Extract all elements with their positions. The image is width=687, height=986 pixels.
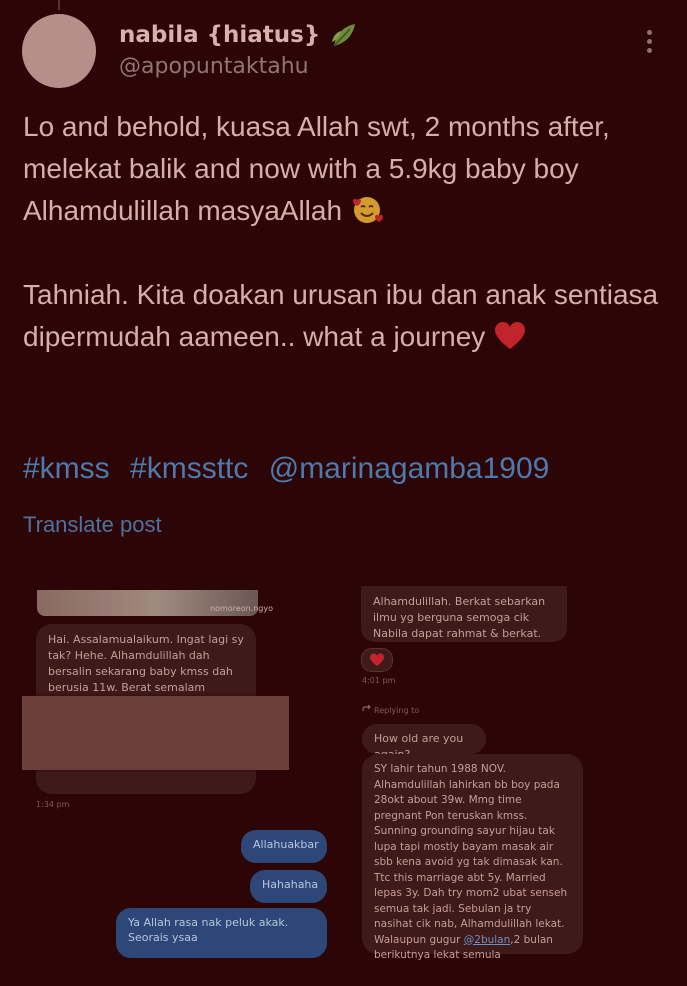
post-text: Lo and behold, kuasa Allah swt, 2 months… xyxy=(23,106,673,358)
mention-link[interactable]: @2bulan xyxy=(464,934,511,946)
heart-reaction xyxy=(361,648,393,672)
leaf-icon xyxy=(332,24,356,47)
post-paragraph-2: Tahniah. Kita doakan urusan ibu dan anak… xyxy=(23,279,659,352)
reply-arrow-icon xyxy=(362,705,371,711)
sent-message: Hahahaha xyxy=(250,870,327,903)
author-name-row: nabila {hiatus} xyxy=(119,20,358,50)
translate-post-link[interactable]: Translate post xyxy=(23,512,162,538)
smiling-face-with-hearts-icon xyxy=(352,197,383,223)
hashtag-link[interactable]: #kmssttc xyxy=(130,452,248,485)
more-options-icon[interactable] xyxy=(643,30,655,56)
message-timestamp: 1:34 pm xyxy=(36,800,70,809)
avatar[interactable] xyxy=(22,14,96,88)
mention-link[interactable]: @marinagamba1909 xyxy=(269,452,550,485)
display-name[interactable]: nabila {hiatus} xyxy=(119,22,320,48)
thread-line xyxy=(58,0,60,10)
redaction-block xyxy=(22,696,289,770)
received-message: Alhamdulillah. Berkat sebarkan ilmu yg b… xyxy=(361,586,567,642)
post-tags: #kmss #kmssttc @marinagamba1909 xyxy=(23,452,561,486)
red-heart-icon xyxy=(495,322,526,349)
hashtag-link[interactable]: #kmss xyxy=(23,452,110,485)
sent-message: Allahuakbar xyxy=(241,830,327,863)
post-paragraph-1: Lo and behold, kuasa Allah swt, 2 months… xyxy=(23,111,610,226)
photo-caption: nomoreon.ngyo xyxy=(210,604,273,613)
message-timestamp: 4:01 pm xyxy=(362,676,396,685)
red-heart-icon xyxy=(370,653,384,667)
message-text: SY lahir tahun 1988 NOV. Alhamdulillah l… xyxy=(374,763,568,946)
quoted-message: How old are you again? xyxy=(362,724,486,761)
received-message: SY lahir tahun 1988 NOV. Alhamdulillah l… xyxy=(362,754,583,961)
user-handle[interactable]: @apopuntaktahu xyxy=(119,54,309,79)
replying-to-label: Replying to xyxy=(374,706,420,715)
sent-message: Ya Allah rasa nak peluk akak. Seorais ys… xyxy=(116,908,327,958)
